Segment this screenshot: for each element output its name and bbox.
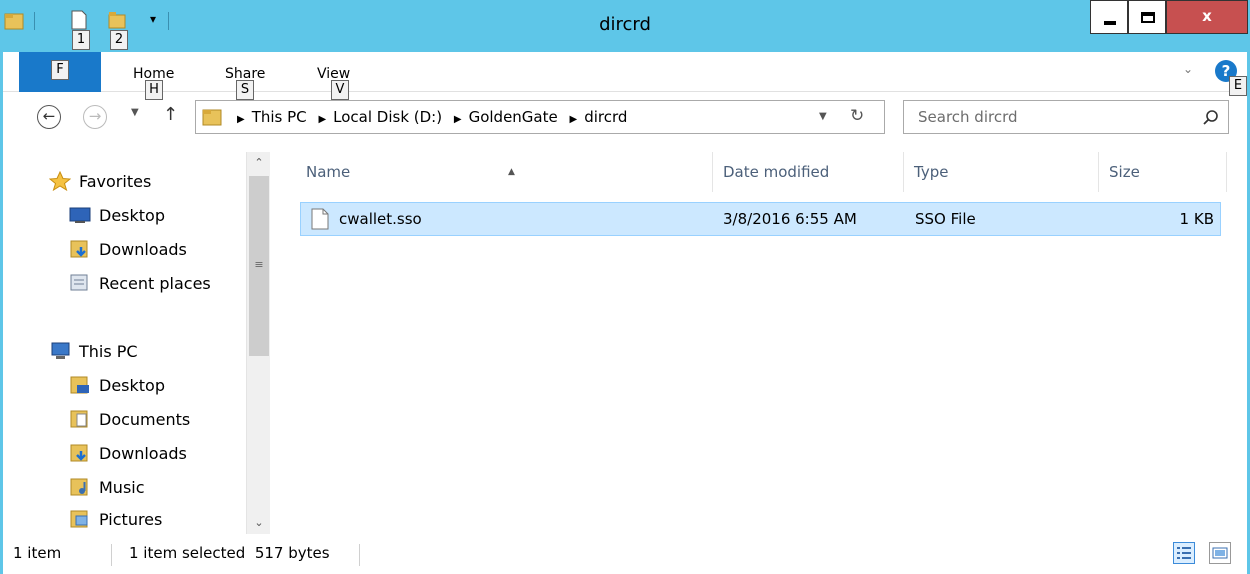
column-name-label: Name [306,163,351,181]
documents-icon [70,410,88,427]
tab-file[interactable]: F [19,52,101,92]
status-bar: 1 item 1 item selected 517 bytes [3,534,1247,574]
refresh-icon[interactable]: ↻ [850,106,864,126]
nav-item-label: Recent places [99,274,211,293]
nav-fav-recent[interactable]: Recent places [69,274,211,300]
nav-item-label: Downloads [99,240,187,259]
breadcrumb-arrow-icon[interactable]: ▶ [318,114,326,125]
nav-item-label: Downloads [99,444,187,463]
nav-this-pc[interactable]: This PC [49,342,138,368]
minimize-button[interactable] [1090,0,1128,34]
search-box[interactable]: Search dircrd [903,100,1229,134]
explorer-window: 1 2 ▾ dircrd x F Home H Share S View V ⌄… [0,0,1250,574]
file-icon [311,208,329,230]
scroll-up-icon[interactable]: ⌃ [247,152,271,174]
crumb-this-pc[interactable]: This PC [252,108,307,126]
column-name[interactable]: ▲ Name [296,152,713,192]
address-row: ← → ▼ ↑ ▶ This PC ▶ Local Disk (D:) ▶ Golde… [3,92,1247,146]
status-selection: 1 item selected 517 bytes [129,544,330,562]
nav-item-label: Desktop [99,376,165,395]
status-item-count: 1 item [13,544,62,562]
close-button[interactable]: x [1166,0,1248,34]
nav-item-label: Music [99,478,145,497]
maximize-button[interactable] [1128,0,1166,34]
nav-pc-documents[interactable]: Documents [69,410,190,436]
column-size[interactable]: Size [1099,152,1227,192]
crumb-dircrd[interactable]: dircrd [584,108,627,126]
nav-item-label: Desktop [99,206,165,225]
desktop-icon [69,207,91,223]
close-icon: x [1202,7,1212,25]
nav-pc-music[interactable]: Music [69,478,145,504]
details-view-icon [1177,547,1191,559]
file-type: SSO File [915,210,976,228]
address-bar[interactable]: ▶ This PC ▶ Local Disk (D:) ▶ GoldenGate ▶ d… [195,100,885,134]
scroll-thumb[interactable]: ≡ [249,176,269,356]
file-date: 3/8/2016 6:55 AM [723,210,857,228]
downloads-icon [70,444,88,461]
nav-fav-downloads[interactable]: Downloads [69,240,187,266]
crumb-local-disk[interactable]: Local Disk (D:) [333,108,442,126]
desktop-folder-icon [70,376,89,393]
downloads-icon [70,240,88,257]
crumb-goldengate[interactable]: GoldenGate [469,108,558,126]
breadcrumb-arrow-icon[interactable]: ▶ [570,114,578,125]
nav-favorites[interactable]: Favorites [49,170,152,198]
address-dropdown-icon[interactable]: ▼ [819,111,827,122]
column-type[interactable]: Type [904,152,1099,192]
large-icons-view-icon [1212,547,1228,559]
status-separator [359,544,360,566]
file-size: 1 KB [1179,210,1214,228]
nav-item-label: Pictures [99,510,163,529]
large-icons-view-button[interactable] [1209,542,1231,564]
nav-pc-pictures[interactable]: Pictures [69,510,162,536]
up-button[interactable]: ↑ [163,104,178,125]
column-size-label: Size [1109,163,1140,181]
column-type-label: Type [914,163,949,181]
search-input[interactable]: Search dircrd [918,108,1018,126]
expand-ribbon-icon[interactable]: ⌄ [1183,62,1193,76]
minimize-icon [1104,21,1116,25]
keytip-file: F [51,60,69,80]
search-icon[interactable] [1202,109,1220,127]
table-row[interactable]: cwallet.sso 3/8/2016 6:55 AM SSO File 1 … [300,202,1221,236]
column-date-modified[interactable]: Date modified [713,152,904,192]
title-bar[interactable]: 1 2 ▾ dircrd x [0,0,1250,52]
pictures-icon [70,510,88,527]
window-title: dircrd [599,14,651,35]
music-icon [70,478,88,495]
status-separator [111,544,112,566]
column-date-label: Date modified [723,163,830,181]
maximize-icon [1141,12,1155,23]
breadcrumb-arrow-icon[interactable]: ▶ [237,114,245,125]
forward-button[interactable]: → [83,105,107,129]
computer-icon [51,342,70,359]
file-name: cwallet.sso [339,210,422,228]
breadcrumb-arrow-icon[interactable]: ▶ [454,114,462,125]
star-icon [49,170,71,191]
grip-icon: ≡ [254,258,264,271]
scroll-down-icon[interactable]: ⌄ [247,512,271,534]
details-view-button[interactable] [1173,542,1195,564]
nav-item-label: Documents [99,410,191,429]
breadcrumb: ▶ This PC ▶ Local Disk (D:) ▶ GoldenGate ▶ d… [230,108,627,126]
folder-icon [202,109,222,126]
nav-pc-desktop[interactable]: Desktop [69,376,165,402]
nav-this-pc-label: This PC [79,342,138,361]
nav-pc-downloads[interactable]: Downloads [69,444,187,470]
nav-scrollbar[interactable]: ⌃ ≡ ⌄ [246,152,270,534]
navigation-pane: Favorites Desktop Downloads Recent place… [3,146,269,534]
recent-places-icon [70,274,88,290]
nav-favorites-label: Favorites [79,172,152,191]
sort-ascending-icon: ▲ [508,167,515,177]
nav-fav-desktop[interactable]: Desktop [69,206,165,232]
recent-locations-icon[interactable]: ▼ [131,107,139,118]
back-button[interactable]: ← [37,105,61,129]
ribbon-tabs: F Home H Share S View V ⌄ ? E [3,52,1247,100]
file-list: ▲ Name Date modified Type Size cwallet.s… [278,146,1247,534]
